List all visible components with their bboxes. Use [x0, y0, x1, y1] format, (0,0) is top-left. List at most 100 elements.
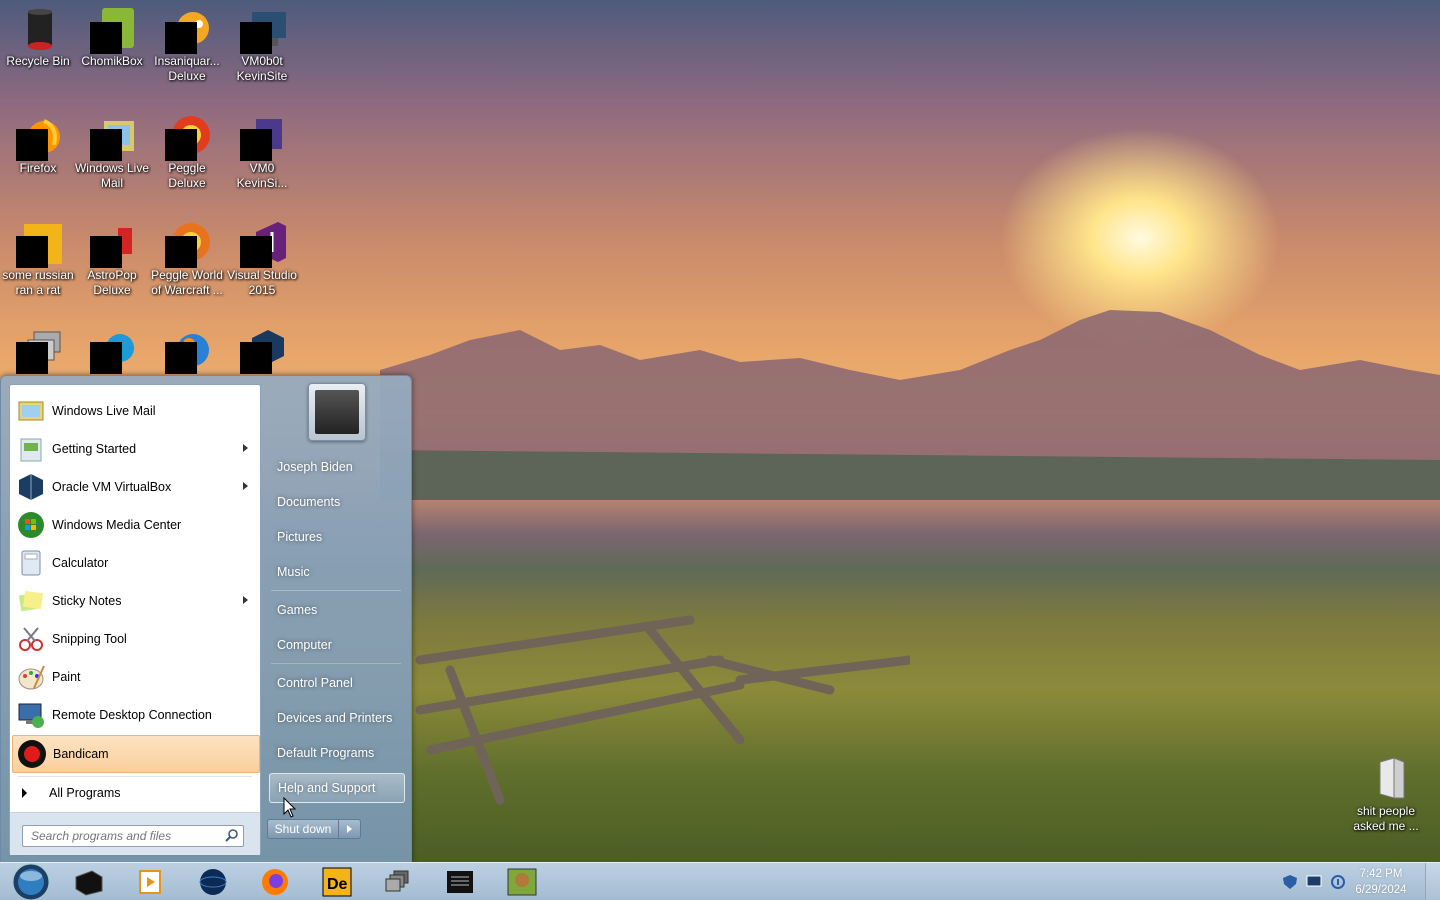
desktop-icon-folder[interactable]: shit people asked me ... — [1348, 750, 1424, 834]
pinned-item-bandicam[interactable]: Bandicam — [12, 735, 260, 773]
scissors-icon — [19, 627, 43, 651]
desktop-icon-peggle-wow[interactable]: Peggle World of Warcraft ... — [149, 214, 225, 298]
globe-icon — [199, 869, 227, 895]
menu-item-label: Help and Support — [278, 781, 376, 795]
menu-item-label: Computer — [277, 638, 332, 652]
pinned-item-calculator[interactable]: Calculator — [12, 545, 258, 581]
desktop-icon-label: Recycle Bin — [6, 54, 70, 68]
pinned-item-label: Snipping Tool — [52, 632, 127, 646]
shutdown-label: Shut down — [274, 822, 332, 836]
shield-icon[interactable] — [1282, 875, 1298, 889]
desktop-icon-chomikbox[interactable]: ChomikBox — [74, 0, 150, 69]
desktop-icon-label: AstroPop Deluxe — [87, 268, 137, 297]
desktop-icon-firefox[interactable]: Firefox — [0, 107, 76, 176]
desktop-icon-visual-studio[interactable]: Visual Studio 2015 — [224, 214, 300, 298]
network-icon[interactable] — [1330, 875, 1346, 889]
desktop-icon-recycle-bin[interactable]: Recycle Bin — [0, 0, 76, 69]
desktop-icon-peggle-deluxe[interactable]: Peggle Deluxe — [149, 107, 225, 191]
recycle-bin-icon — [28, 9, 52, 50]
menu-item-default-programs[interactable]: Default Programs — [269, 738, 405, 768]
pinned-item-label: Calculator — [52, 556, 109, 570]
menu-item-devices-printers[interactable]: Devices and Printers — [269, 703, 405, 733]
taskbar-app-4[interactable] — [255, 865, 295, 899]
desktop-icon-label: Peggle Deluxe — [168, 161, 206, 190]
taskbar-app-5[interactable]: De — [317, 865, 357, 899]
pinned-item-virtualbox[interactable]: Oracle VM VirtualBox — [12, 469, 258, 505]
taskbar-app-3[interactable] — [193, 865, 233, 899]
system-clock[interactable]: 7:42 PM 6/29/2024 — [1346, 866, 1416, 898]
desktop-icon-astropop[interactable]: AstroPop Deluxe — [74, 214, 150, 298]
menu-item-music[interactable]: Music — [269, 557, 405, 587]
taskbar-app-7[interactable] — [440, 865, 480, 899]
show-desktop-button[interactable] — [1425, 863, 1440, 900]
shutdown-button[interactable]: Shut down — [267, 819, 339, 839]
pinned-item-paint[interactable]: Paint — [12, 659, 258, 695]
pinned-item-getting-started[interactable]: Getting Started — [12, 431, 258, 467]
menu-item-label: Control Panel — [277, 676, 353, 690]
desktop-icon-vm-kevinsi[interactable]: VM0 KevinSi... — [224, 107, 300, 191]
search-box[interactable] — [22, 825, 244, 847]
pinned-item-snipping-tool[interactable]: Snipping Tool — [12, 621, 258, 657]
menu-item-control-panel[interactable]: Control Panel — [269, 668, 405, 698]
chomikbox-icon — [507, 868, 537, 896]
desktop-icon-label: some russian ran a rat — [2, 268, 74, 297]
paint-icon — [18, 665, 45, 690]
menu-item-label: Devices and Printers — [277, 711, 393, 725]
all-programs-label: All Programs — [49, 786, 121, 800]
desktop-icon-some-russian[interactable]: some russian ran a rat — [0, 214, 76, 298]
search-input[interactable] — [29, 826, 223, 846]
monitor-icon[interactable] — [1306, 875, 1322, 889]
pinned-item-media-center[interactable]: Windows Media Center — [12, 507, 258, 543]
user-picture[interactable] — [308, 383, 366, 441]
search-icon[interactable] — [225, 828, 239, 842]
folder-icon — [1379, 757, 1405, 799]
menu-item-games[interactable]: Games — [269, 595, 405, 625]
pinned-item-windows-live-mail[interactable]: Windows Live Mail — [12, 393, 258, 429]
desktop-icon-label: Insaniquar... Deluxe — [154, 54, 220, 83]
desktop-icon-label: VM0 KevinSi... — [236, 161, 288, 190]
separator — [271, 590, 401, 591]
desktop-icon-partial-4[interactable] — [224, 320, 300, 375]
taskbar-app-8[interactable] — [502, 865, 542, 899]
desktop-icon-label: Firefox — [19, 161, 57, 175]
windows-stack-icon — [385, 870, 409, 892]
pinned-item-label: Sticky Notes — [52, 594, 122, 608]
desktop-icon-label: ChomikBox — [81, 54, 143, 68]
clock-date: 6/29/2024 — [1355, 884, 1407, 896]
pinned-item-label: Bandicam — [53, 747, 109, 761]
firefox-icon — [262, 869, 288, 895]
pinned-item-label: Paint — [52, 670, 81, 684]
pinned-item-label: Oracle VM VirtualBox — [52, 480, 172, 494]
pinned-item-sticky-notes[interactable]: Sticky Notes — [12, 583, 258, 619]
menu-item-label: Joseph Biden — [277, 460, 353, 474]
desktop-icon-partial-3[interactable] — [149, 320, 225, 375]
sticky-notes-icon — [18, 590, 44, 612]
pinned-item-label: Remote Desktop Connection — [52, 708, 212, 722]
separator — [18, 776, 252, 777]
all-programs-button[interactable]: All Programs — [20, 781, 254, 805]
taskbar-app-1[interactable] — [68, 865, 108, 899]
shutdown-options-button[interactable] — [339, 819, 361, 839]
desktop-icon-partial-1[interactable] — [0, 320, 76, 375]
calculator-icon — [21, 550, 41, 576]
taskbar-app-2[interactable] — [130, 865, 170, 899]
pinned-item-label: Windows Live Mail — [52, 404, 156, 418]
taskbar-app-6[interactable] — [378, 865, 418, 899]
submenu-arrow-icon — [243, 596, 248, 604]
menu-item-documents[interactable]: Documents — [269, 487, 405, 517]
menu-item-computer[interactable]: Computer — [269, 630, 405, 660]
terminal-icon — [447, 871, 473, 893]
menu-item-label: Documents — [277, 495, 341, 509]
desktop-icon-partial-2[interactable] — [74, 320, 150, 375]
menu-item-label: Games — [277, 603, 318, 617]
menu-item-pictures[interactable]: Pictures — [269, 522, 405, 552]
pinned-item-remote-desktop[interactable]: Remote Desktop Connection — [12, 697, 258, 733]
submenu-arrow-icon — [243, 444, 248, 452]
start-button[interactable] — [4, 863, 50, 900]
desktop-icon-windows-live-mail[interactable]: Windows Live Mail — [74, 107, 150, 191]
menu-item-user[interactable]: Joseph Biden — [269, 452, 405, 482]
start-menu: Windows Live Mail Getting Started Oracle… — [0, 375, 412, 864]
desktop-icon-vm-kevinsite[interactable]: VM0b0t KevinSite — [224, 0, 300, 84]
de-icon: De — [322, 867, 352, 897]
desktop-icon-insaniquarium[interactable]: Insaniquar... Deluxe — [149, 0, 225, 84]
